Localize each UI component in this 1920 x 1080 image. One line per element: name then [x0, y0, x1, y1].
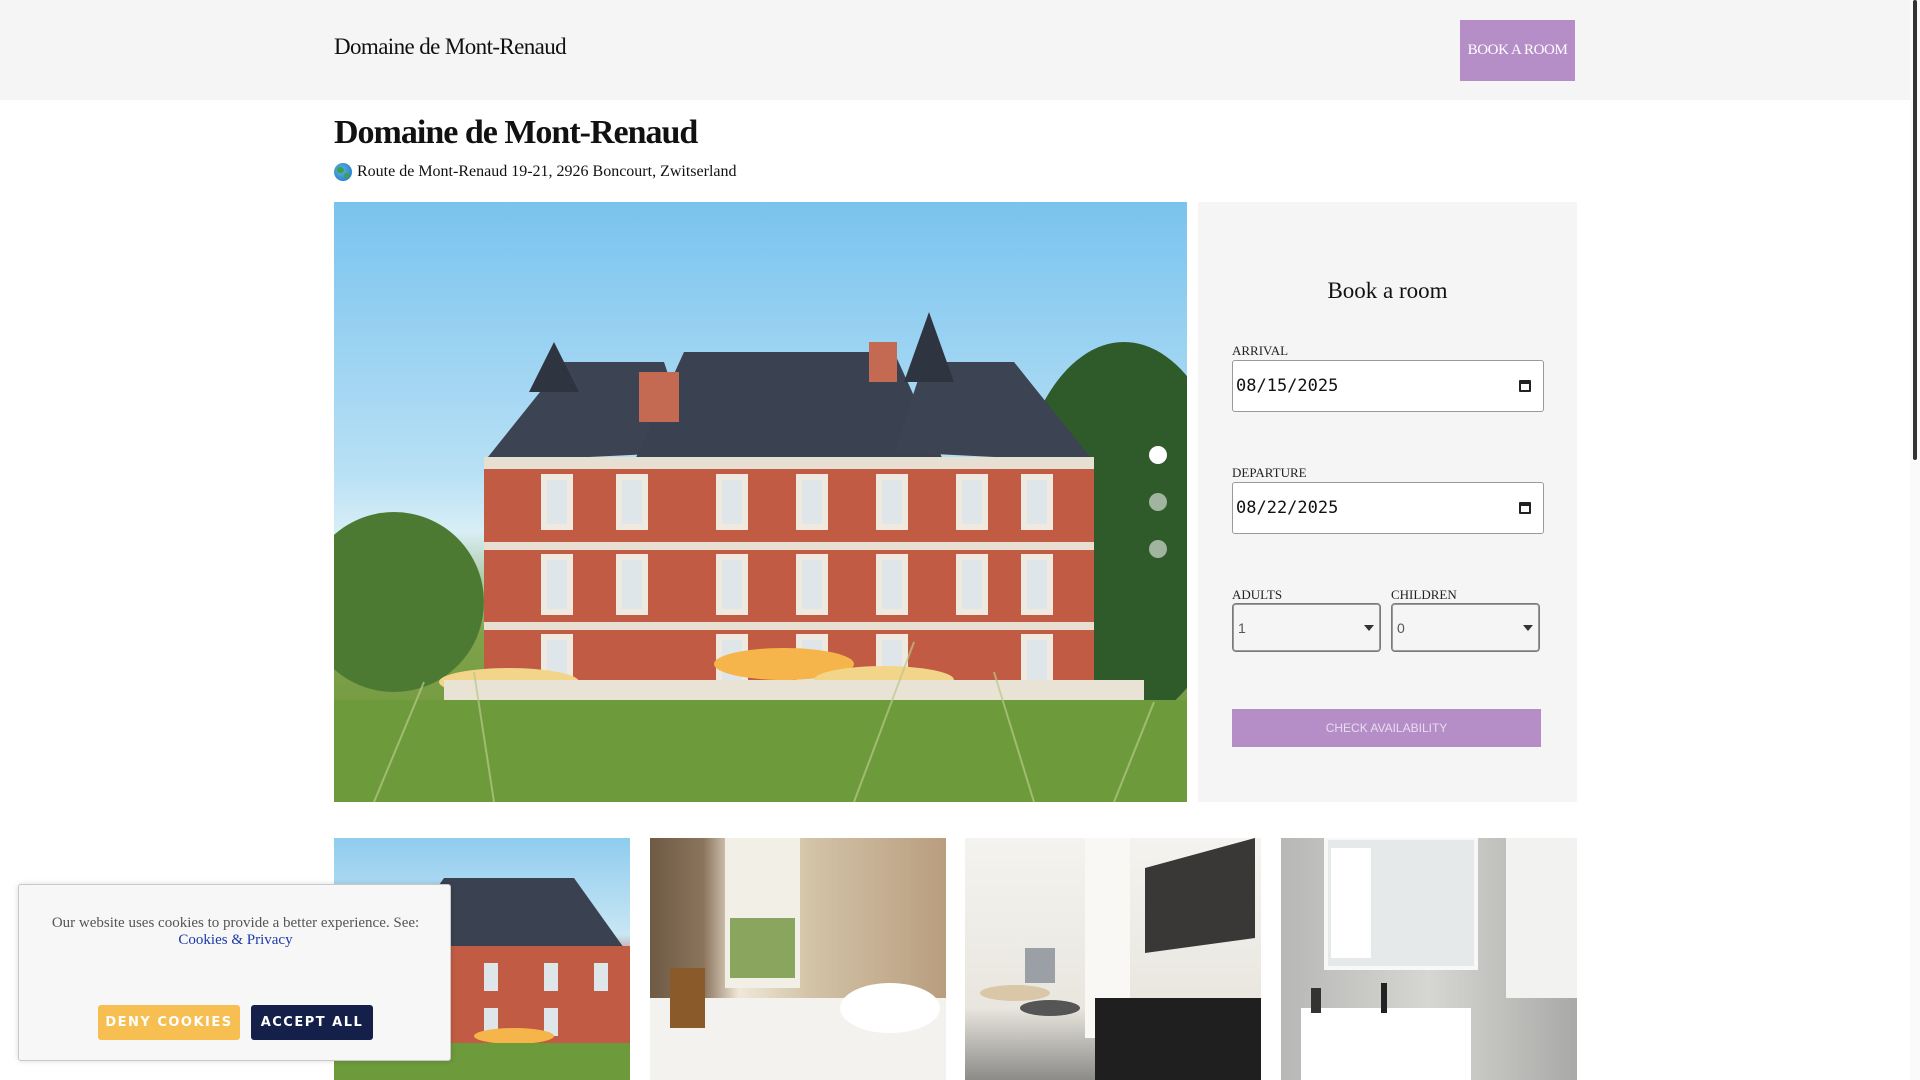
- calendar-icon[interactable]: [1519, 380, 1531, 392]
- cookie-message-text: Our website uses cookies to provide a be…: [51, 915, 420, 931]
- address-text: Route de Mont-Renaud 19-21, 2926 Boncour…: [357, 163, 737, 180]
- chevron-down-icon: [1523, 625, 1533, 631]
- deny-cookies-button[interactable]: DENY COOKIES: [98, 1005, 240, 1040]
- chevron-down-icon: [1364, 625, 1374, 631]
- thumb-bedroom-graphic: [650, 838, 946, 1080]
- thumb-bathroom-graphic: [1301, 838, 1577, 1080]
- departure-label: DEPARTURE: [1232, 465, 1307, 480]
- cookies-privacy-link[interactable]: Cookies & Privacy: [178, 932, 292, 948]
- adults-select[interactable]: 1: [1232, 603, 1381, 652]
- gallery-thumb-bedroom[interactable]: [650, 838, 946, 1080]
- thumb-living-graphic: [980, 838, 1261, 1080]
- children-select[interactable]: 0: [1391, 603, 1540, 652]
- check-availability-button[interactable]: CHECK AVAILABILITY: [1232, 709, 1541, 747]
- children-label: CHILDREN: [1391, 587, 1457, 602]
- chateau-illustration: [334, 312, 1187, 802]
- arrival-date-input[interactable]: 08/15/2025: [1232, 360, 1544, 412]
- page-title: Domaine de Mont-Renaud: [334, 114, 698, 151]
- cookie-consent-banner: Our website uses cookies to provide a be…: [18, 884, 451, 1061]
- departure-date-value: 08/22/2025: [1236, 498, 1339, 518]
- departure-date-input[interactable]: 08/22/2025: [1232, 482, 1544, 534]
- globe-icon: [334, 163, 352, 181]
- book-a-room-button[interactable]: BOOK A ROOM: [1460, 20, 1575, 81]
- top-navigation-bar: Domaine de Mont-Renaud BOOK A ROOM: [0, 0, 1910, 100]
- accept-all-button[interactable]: ACCEPT ALL: [251, 1005, 373, 1040]
- brand-logo-text[interactable]: Domaine de Mont-Renaud: [334, 34, 567, 60]
- children-value: 0: [1397, 619, 1405, 636]
- carousel-dot-1[interactable]: [1149, 446, 1167, 464]
- gallery-thumb-living-area[interactable]: [965, 838, 1261, 1080]
- carousel-dot-3[interactable]: [1149, 540, 1167, 558]
- arrival-label: ARRIVAL: [1232, 343, 1289, 358]
- adults-value: 1: [1238, 619, 1246, 636]
- arrival-date-value: 08/15/2025: [1236, 376, 1339, 396]
- hero-image-chateau[interactable]: [334, 202, 1187, 802]
- carousel-indicators: [1149, 446, 1167, 587]
- scrollbar-thumb[interactable]: [1913, 0, 1917, 460]
- calendar-icon[interactable]: [1519, 502, 1531, 514]
- booking-panel: Book a room ARRIVAL 08/15/2025 DEPARTURE…: [1198, 202, 1577, 802]
- carousel-dot-2[interactable]: [1149, 493, 1167, 511]
- adults-label: ADULTS: [1232, 587, 1283, 602]
- booking-title: Book a room: [1327, 278, 1448, 303]
- hotel-address: Route de Mont-Renaud 19-21, 2926 Boncour…: [334, 163, 737, 181]
- cookie-message: Our website uses cookies to provide a be…: [19, 915, 452, 949]
- gallery-thumb-bathroom[interactable]: [1281, 838, 1577, 1080]
